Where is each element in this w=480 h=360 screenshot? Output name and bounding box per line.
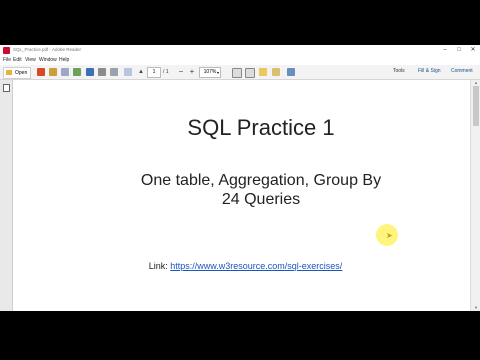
menu-edit[interactable]: Edit <box>13 57 22 63</box>
fill-sign-tab[interactable]: Fill & Sign <box>418 68 441 74</box>
menu-bar: File Edit View Window Help <box>0 56 480 65</box>
sign-icon[interactable] <box>287 68 295 76</box>
zoom-in-icon[interactable]: + <box>188 68 196 76</box>
comment-tab[interactable]: Comment <box>451 68 473 74</box>
fit-width-icon[interactable] <box>245 68 255 78</box>
menu-window[interactable]: Window <box>39 57 57 63</box>
document-subtitle: One table, Aggregation, Group By <box>140 172 382 189</box>
page-number-input[interactable]: 1 <box>147 67 161 78</box>
w3resource-link[interactable]: https://www.w3resource.com/sql-exercises… <box>170 261 342 271</box>
organize-icon[interactable] <box>61 68 69 76</box>
share-icon[interactable] <box>73 68 81 76</box>
minimize-icon[interactable]: – <box>438 45 452 56</box>
title-bar: SQL_Practice.pdf - Adobe Reader – □ ✕ <box>0 45 480 56</box>
document-query-count: 24 Queries <box>221 191 301 208</box>
chevron-down-icon: ▾ <box>216 70 219 75</box>
print-icon[interactable] <box>98 68 106 76</box>
fit-page-icon[interactable] <box>232 68 242 78</box>
folder-icon <box>6 70 12 75</box>
page-thumbnails-icon[interactable] <box>3 84 10 92</box>
highlight-icon[interactable] <box>259 68 267 76</box>
tools-tab[interactable]: Tools <box>393 68 405 74</box>
scroll-down-icon[interactable]: ▼ <box>471 305 480 311</box>
sticky-note-icon[interactable] <box>272 68 280 76</box>
open-button-label: Open <box>15 70 28 76</box>
mouse-pointer-icon: ➤ <box>386 231 393 240</box>
close-icon[interactable]: ✕ <box>466 45 480 56</box>
page-count: / 1 <box>163 69 169 75</box>
toolbar: Open ▲ 1 / 1 − + 107% ▾ Tools Fill & Sig… <box>0 65 480 80</box>
menu-view[interactable]: View <box>25 57 36 63</box>
window-title: SQL_Practice.pdf - Adobe Reader <box>13 47 82 52</box>
zoom-out-icon[interactable]: − <box>177 68 185 76</box>
edit-pdf-icon[interactable] <box>49 68 57 76</box>
link-label: Link: <box>148 261 168 271</box>
previous-page-icon[interactable]: ▲ <box>137 68 145 76</box>
email-icon[interactable] <box>110 68 118 76</box>
document-title: SQL Practice 1 <box>187 115 335 140</box>
cursor-highlight: ➤ <box>376 224 398 246</box>
zoom-value: 107% <box>203 69 217 75</box>
menu-file[interactable]: File <box>3 57 11 63</box>
adobe-reader-icon <box>3 47 10 54</box>
maximize-icon[interactable]: □ <box>452 45 466 56</box>
open-button[interactable]: Open <box>3 67 31 79</box>
menu-help[interactable]: Help <box>59 57 69 63</box>
save-icon[interactable] <box>86 68 94 76</box>
comment-bubble-icon[interactable] <box>124 68 132 76</box>
document-link-row: Link: https://www.w3resource.com/sql-exe… <box>0 261 480 271</box>
create-pdf-icon[interactable] <box>37 68 45 76</box>
zoom-select[interactable]: 107% ▾ <box>199 67 221 78</box>
